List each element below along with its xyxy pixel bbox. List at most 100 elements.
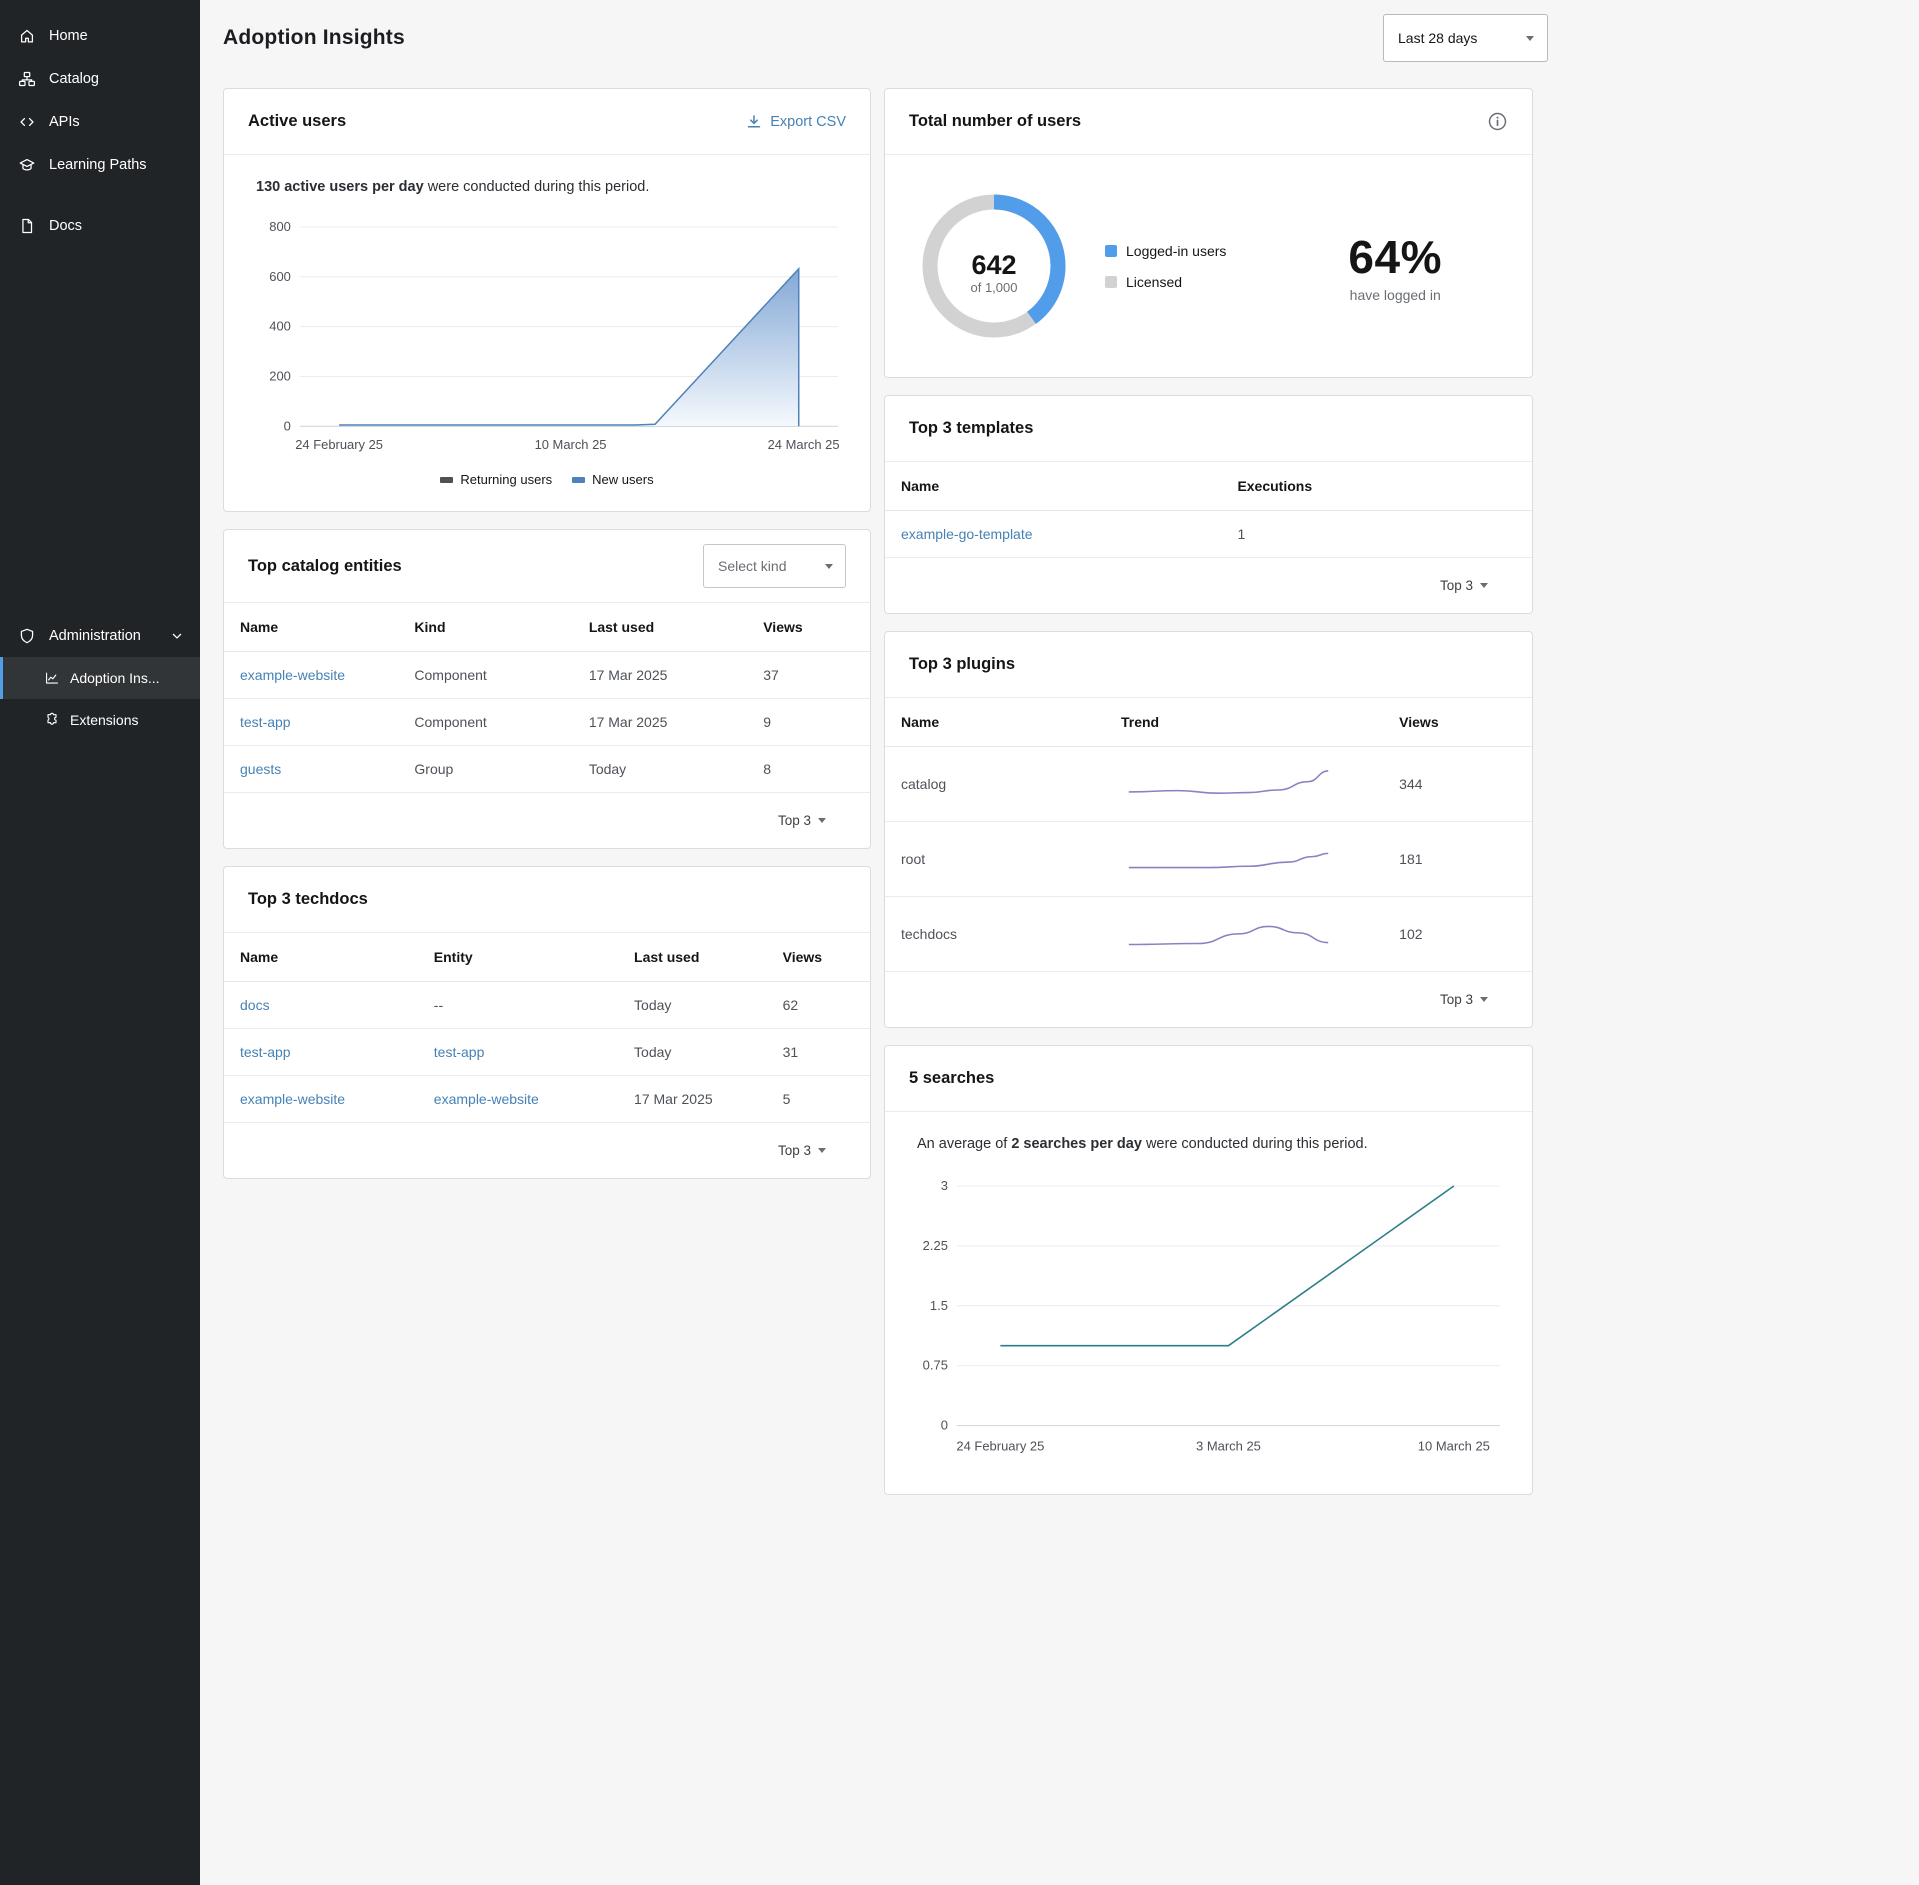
users-donut-legend: Logged-in users Licensed — [1105, 243, 1226, 290]
sidebar-item-label: Docs — [49, 218, 82, 234]
caret-down-icon — [818, 818, 826, 823]
svg-text:10 March 25: 10 March 25 — [535, 437, 607, 452]
kind-select[interactable]: Select kind — [703, 544, 846, 588]
svg-text:642: 642 — [971, 250, 1016, 280]
template-link[interactable]: example-go-template — [901, 526, 1033, 542]
svg-text:of 1,000: of 1,000 — [971, 280, 1018, 295]
templates-table: Name Executions example-go-template 1 — [885, 462, 1532, 558]
info-button[interactable] — [1487, 111, 1508, 132]
main-content: Adoption Insights Last 28 days Active us… — [200, 0, 1919, 1885]
col-entity: Entity — [418, 933, 618, 982]
page-header: Adoption Insights Last 28 days — [223, 14, 1548, 62]
date-range-select[interactable]: Last 28 days — [1383, 14, 1548, 62]
sidebar-item-learning-paths[interactable]: Learning Paths — [0, 143, 200, 186]
plugins-rows-select[interactable]: Top 3 — [1440, 992, 1488, 1007]
svg-text:24 February 25: 24 February 25 — [956, 1439, 1044, 1454]
api-icon — [18, 113, 36, 131]
sidebar-item-adoption-insights[interactable]: Adoption Ins... — [0, 657, 200, 699]
col-name: Name — [224, 603, 398, 652]
sidebar-item-extensions[interactable]: Extensions — [0, 699, 200, 741]
searches-chart: 00.751.52.25324 February 253 March 2510 … — [909, 1170, 1508, 1470]
sidebar-separator — [0, 186, 200, 204]
chevron-down-icon — [825, 564, 833, 569]
entity-link[interactable]: test-app — [240, 714, 291, 730]
col-name: Name — [885, 462, 1221, 511]
right-column: Total number of users 642of 1,000 Logged… — [884, 88, 1533, 1495]
svg-text:24 March 25: 24 March 25 — [768, 437, 840, 452]
info-icon — [1487, 111, 1508, 132]
entity-link[interactable]: guests — [240, 761, 281, 777]
shield-icon — [18, 627, 36, 645]
svg-text:800: 800 — [269, 219, 291, 234]
home-icon — [18, 27, 36, 45]
table-header-row: Name Executions — [885, 462, 1532, 511]
techdocs-rows-select[interactable]: Top 3 — [778, 1143, 826, 1158]
table-header-row: Name Trend Views — [885, 698, 1532, 747]
line-chart-icon — [44, 670, 60, 686]
table-header-row: Name Kind Last used Views — [224, 603, 870, 652]
sidebar: Home Catalog APIs Learning Paths Docs — [0, 0, 200, 1885]
techdocs-table: Name Entity Last used Views docs -- Toda… — [224, 933, 870, 1123]
logged-in-percent-caption: have logged in — [1348, 287, 1442, 303]
col-views: Views — [1383, 698, 1532, 747]
table-row: test-app Component 17 Mar 2025 9 — [224, 699, 870, 746]
caret-down-icon — [1480, 583, 1488, 588]
sidebar-item-label: Administration — [49, 628, 141, 644]
caret-down-icon — [1480, 997, 1488, 1002]
legend-licensed: Licensed — [1105, 274, 1226, 290]
techdoc-link[interactable]: example-website — [240, 1091, 345, 1107]
sidebar-item-docs[interactable]: Docs — [0, 204, 200, 247]
col-kind: Kind — [398, 603, 572, 652]
svg-text:400: 400 — [269, 319, 291, 334]
searches-card: 5 searches An average of 2 searches per … — [884, 1045, 1533, 1495]
sidebar-item-administration[interactable]: Administration — [0, 614, 200, 657]
col-views: Views — [767, 933, 870, 982]
entity-link[interactable]: example-website — [240, 667, 345, 683]
trend-sparkline — [1121, 912, 1336, 956]
logged-in-swatch — [1105, 245, 1117, 257]
returning-users-swatch — [440, 477, 453, 483]
col-last-used: Last used — [573, 603, 747, 652]
col-executions: Executions — [1221, 462, 1532, 511]
sidebar-item-label: Extensions — [70, 712, 138, 728]
sidebar-nav: Home Catalog APIs Learning Paths Docs — [0, 14, 200, 247]
export-csv-button[interactable]: Export CSV — [746, 114, 846, 130]
col-views: Views — [747, 603, 870, 652]
table-row: example-go-template 1 — [885, 511, 1532, 558]
table-row: root 181 — [885, 822, 1532, 897]
entity-link[interactable]: test-app — [434, 1044, 485, 1060]
total-users-title: Total number of users — [909, 112, 1081, 131]
techdoc-link[interactable]: docs — [240, 997, 270, 1013]
trend-sparkline — [1121, 837, 1336, 881]
svg-text:200: 200 — [269, 368, 291, 383]
svg-text:24 February 25: 24 February 25 — [295, 437, 383, 452]
sidebar-item-catalog[interactable]: Catalog — [0, 57, 200, 100]
top-plugins-title: Top 3 plugins — [909, 655, 1015, 674]
active-users-card: Active users Export CSV 130 active users… — [223, 88, 871, 512]
sidebar-item-label: Adoption Ins... — [70, 670, 160, 686]
sidebar-admin-section: Administration Adoption Ins... Extension… — [0, 614, 200, 741]
catalog-entities-rows-select[interactable]: Top 3 — [778, 813, 826, 828]
col-name: Name — [224, 933, 418, 982]
sidebar-item-apis[interactable]: APIs — [0, 100, 200, 143]
table-row: test-app test-app Today 31 — [224, 1029, 870, 1076]
catalog-icon — [18, 70, 36, 88]
sidebar-item-label: Catalog — [49, 71, 99, 87]
catalog-entities-table: Name Kind Last used Views example-websit… — [224, 603, 870, 793]
svg-text:3 March 25: 3 March 25 — [1196, 1439, 1261, 1454]
entity-link[interactable]: example-website — [434, 1091, 539, 1107]
sidebar-item-label: Learning Paths — [49, 157, 147, 173]
techdoc-link[interactable]: test-app — [240, 1044, 291, 1060]
table-row: example-website example-website 17 Mar 2… — [224, 1076, 870, 1123]
page-title: Adoption Insights — [223, 26, 405, 50]
templates-rows-select[interactable]: Top 3 — [1440, 578, 1488, 593]
legend-returning-users: Returning users — [440, 472, 552, 487]
top-catalog-entities-card: Top catalog entities Select kind Name Ki… — [223, 529, 871, 849]
logged-in-percent: 64% — [1348, 230, 1442, 284]
top-plugins-card: Top 3 plugins Name Trend Views — [884, 631, 1533, 1028]
searches-title: 5 searches — [909, 1069, 994, 1088]
left-column: Active users Export CSV 130 active users… — [223, 88, 871, 1179]
svg-text:1.5: 1.5 — [930, 1298, 948, 1313]
col-name: Name — [885, 698, 1105, 747]
sidebar-item-home[interactable]: Home — [0, 14, 200, 57]
